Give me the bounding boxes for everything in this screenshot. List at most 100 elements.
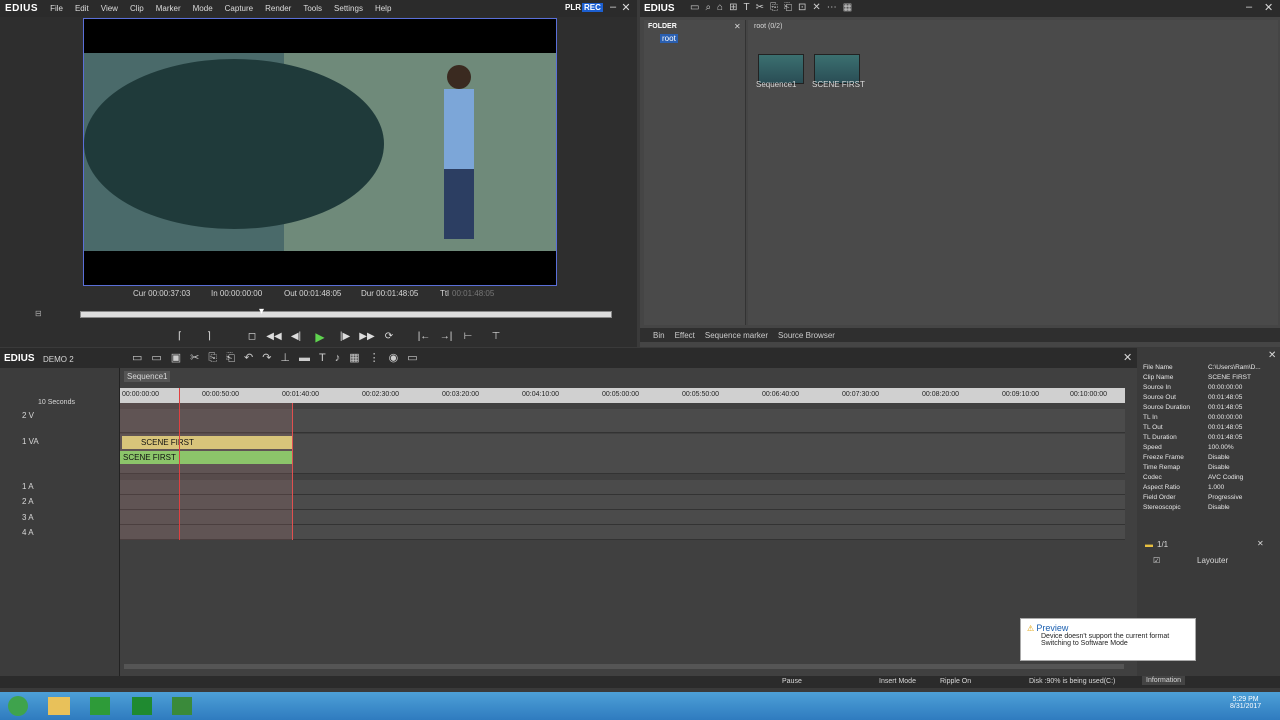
set-in-icon[interactable]: ⌈ [172, 329, 188, 345]
clip-name-scene-first: SCENE FIRST [812, 80, 865, 89]
menu-bar: EDIUS File Edit View Clip Marker Mode Ca… [0, 0, 637, 17]
ruler-tick: 00:00:00:00 [122, 391, 159, 398]
layouter-item[interactable]: Layouter [1197, 556, 1228, 565]
info-key: Codec [1143, 474, 1162, 481]
menu-marker[interactable]: Marker [150, 4, 187, 13]
info-value: 00:01:48:05 [1208, 404, 1243, 411]
minimize-icon[interactable]: – [607, 1, 619, 13]
close-icon[interactable]: ✕ [620, 1, 632, 14]
app-icon[interactable] [90, 697, 110, 715]
timeline-close-icon[interactable]: ✕ [1123, 351, 1132, 364]
toast-line2: Switching to Software Mode [1041, 640, 1128, 647]
tab-effect[interactable]: Effect [670, 331, 700, 340]
folder-pane: FOLDER ✕ root [644, 20, 746, 325]
info-value: Disable [1208, 464, 1230, 471]
bin-path: root (0/2) [754, 23, 783, 30]
status-information[interactable]: Information [1142, 676, 1186, 685]
checkbox-icon[interactable]: ☑ [1153, 556, 1160, 565]
menu-settings[interactable]: Settings [328, 4, 369, 13]
menu-capture[interactable]: Capture [219, 4, 259, 13]
stop-icon[interactable]: ◻ [244, 329, 260, 345]
plr-label: PLR [565, 3, 581, 12]
in-timecode: In 00:00:00:00 [211, 289, 263, 298]
info-value: 00:00:00:00 [1208, 384, 1243, 391]
video-monitor[interactable] [83, 18, 557, 286]
tab-bin[interactable]: Bin [648, 331, 670, 340]
rewind-icon[interactable]: ◀◀ [266, 329, 282, 345]
bin-close-icon[interactable]: ✕ [1264, 1, 1273, 14]
info-value: Progressive [1208, 494, 1243, 501]
bin-toolbar-icons[interactable]: ▭⌕⌂⊞T✂⎘⎗⊡✕⋯▦ [690, 2, 858, 13]
playhead-icon[interactable]: ▾ [259, 306, 264, 317]
info-value: SCENE FIRST [1208, 374, 1251, 381]
folder-close-icon[interactable]: ✕ [734, 22, 741, 31]
bin-tabs: Bin Effect Sequence marker Source Browse… [640, 328, 1280, 342]
layouter-page: 1/1 [1157, 540, 1169, 549]
timeline-cursor[interactable] [179, 388, 180, 540]
clip-video-label: SCENE FIRST [141, 438, 194, 447]
next-edit-icon[interactable]: →| [438, 329, 454, 345]
bin-header: EDIUS ▭⌕⌂⊞T✂⎘⎗⊡✕⋯▦ – ✕ [640, 0, 1280, 17]
status-insert-mode[interactable]: Insert Mode [879, 678, 916, 685]
clock[interactable]: 5:29 PM 8/31/2017 [1230, 696, 1261, 710]
tab-sequence-marker[interactable]: Sequence marker [700, 331, 773, 340]
shuttle-icon[interactable]: ⊟ [35, 309, 42, 318]
toast-title: Preview [1036, 623, 1069, 633]
insert-icon[interactable]: ⊢ [460, 329, 476, 345]
out-timecode: Out 00:01:48:05 [284, 289, 342, 298]
scrub-bar[interactable]: ⊟ ▾ [0, 306, 637, 321]
plr-rec-indicator[interactable]: PLR REC [565, 3, 603, 12]
menu-tools[interactable]: Tools [297, 4, 328, 13]
prev-edit-icon[interactable]: |← [416, 329, 432, 345]
timeline-toolbar-icons[interactable]: ▭▭▣✂⎘⎗↶↷⊥▬T♪▦⋮◉▭ [132, 351, 427, 365]
menu-mode[interactable]: Mode [187, 4, 219, 13]
set-out-icon[interactable]: ⌉ [201, 329, 217, 345]
tab-source-browser[interactable]: Source Browser [773, 331, 840, 340]
info-value: 00:00:00:00 [1208, 414, 1243, 421]
loop-icon[interactable]: ⟳ [381, 329, 397, 345]
overwrite-icon[interactable]: ⊤ [488, 329, 504, 345]
menu-clip[interactable]: Clip [124, 4, 150, 13]
step-forward-icon[interactable]: |▶ [337, 329, 353, 345]
warning-icon: ⚠ [1027, 624, 1035, 633]
track-label-4a: 4 A [22, 528, 34, 537]
app-icon[interactable] [132, 697, 152, 715]
status-ripple[interactable]: Ripple On [940, 678, 971, 685]
info-value: 1.000 [1208, 484, 1225, 491]
windows-taskbar: 5:29 PM 8/31/2017 [0, 692, 1280, 720]
video-frame [84, 53, 556, 251]
menu-render[interactable]: Render [259, 4, 297, 13]
info-close-icon[interactable]: ✕ [1268, 350, 1276, 361]
time-ruler[interactable]: 00:00:00:00 00:00:50:00 00:01:40:00 00:0… [120, 388, 1125, 403]
ruler-tick: 00:06:40:00 [762, 391, 799, 398]
preview-notification[interactable]: ⚠ Preview Device doesn't support the cur… [1020, 618, 1196, 661]
start-button-icon[interactable] [8, 696, 28, 716]
info-key: Source Out [1143, 394, 1176, 401]
fast-forward-icon[interactable]: ▶▶ [359, 329, 375, 345]
clip-video-scene-first[interactable]: SCENE FIRST [122, 436, 292, 449]
ruler-tick: 00:03:20:00 [442, 391, 479, 398]
clock-time: 5:29 PM [1232, 696, 1259, 703]
play-icon[interactable]: ▶ [312, 329, 328, 345]
scrub-track[interactable] [80, 311, 612, 318]
clip-audio-scene-first[interactable]: SCENE FIRST [120, 451, 292, 464]
menu-view[interactable]: View [95, 4, 124, 13]
explorer-icon[interactable] [48, 697, 70, 715]
edius-taskbar-icon[interactable] [172, 697, 192, 715]
bin-minimize-icon[interactable]: – [1246, 1, 1252, 13]
menu-help[interactable]: Help [369, 4, 397, 13]
folder-icon: ▬ [1145, 540, 1153, 549]
info-key: Speed [1143, 444, 1162, 451]
menu-file[interactable]: File [44, 4, 69, 13]
info-value: C:\Users\Ram\D... [1208, 364, 1261, 371]
step-back-icon[interactable]: ◀| [288, 329, 304, 345]
info-key: Source Duration [1143, 404, 1190, 411]
layouter-close-icon[interactable]: ✕ [1257, 539, 1264, 548]
sequence-tab[interactable]: Sequence1 [124, 371, 171, 382]
timeline-scrollbar[interactable] [124, 664, 1124, 669]
root-folder[interactable]: root [660, 34, 678, 43]
in-out-range [120, 403, 293, 540]
timeline-scale[interactable]: 10 Seconds [38, 399, 75, 406]
menu-edit[interactable]: Edit [69, 4, 95, 13]
rec-label: REC [582, 3, 603, 12]
